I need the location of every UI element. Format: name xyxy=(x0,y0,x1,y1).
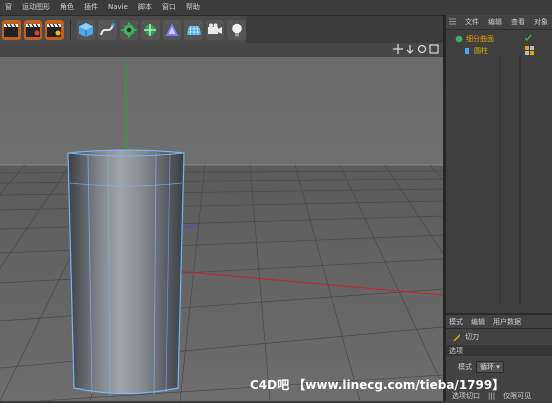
film-clapper-icon xyxy=(4,23,19,37)
viewport-header xyxy=(0,43,443,57)
right-panel: 文件 编辑 查看 对象 标 细分曲面 圆柱 xyxy=(446,15,552,403)
footer-divider: ||| xyxy=(488,392,496,400)
deformer-icon xyxy=(165,23,179,36)
maximize-view-icon[interactable] xyxy=(429,44,439,54)
menu-item-window[interactable]: 窗口 xyxy=(157,0,181,15)
spline-pen-button[interactable] xyxy=(98,19,117,40)
floor-button[interactable] xyxy=(184,19,203,40)
cylinder-object[interactable] xyxy=(67,149,185,397)
floor-grid-icon xyxy=(186,25,201,35)
gear-nurbs-icon xyxy=(121,22,137,37)
render-view-button[interactable] xyxy=(2,19,21,40)
main-toolbar xyxy=(0,16,246,43)
object-label-subdivision: 细分曲面 xyxy=(466,35,494,43)
knife-tool-icon xyxy=(453,333,460,341)
object-manager-menubar: 文件 编辑 查看 对象 标 xyxy=(446,15,552,30)
array-icon xyxy=(144,23,157,36)
menu-view[interactable]: 查看 xyxy=(511,17,525,27)
camera-icon xyxy=(208,23,223,34)
toolbar-separator xyxy=(69,19,71,40)
visibility-check-icon[interactable] xyxy=(524,34,532,44)
film-clapper-icon xyxy=(25,23,40,37)
object-row-subdivision[interactable]: 细分曲面 xyxy=(446,33,552,45)
tool-title-row: 切刀 xyxy=(446,329,552,345)
nurbs-button[interactable] xyxy=(119,19,139,40)
visible-only-label[interactable]: 仅限可见 xyxy=(503,391,531,401)
menu-objects[interactable]: 对象 xyxy=(534,17,548,27)
camera-button[interactable] xyxy=(205,19,225,40)
menu-bar: 窗 运动图形 角色 插件 Navie 脚本 窗口 帮助 xyxy=(0,0,552,16)
mode-row: 模式 循环 ▾ xyxy=(446,359,552,375)
attribute-menubar: 模式 编辑 用户数据 xyxy=(446,315,552,329)
menu-item-script[interactable]: 脚本 xyxy=(133,0,157,15)
perspective-viewport[interactable] xyxy=(0,43,443,401)
cylinder-object-icon xyxy=(465,48,469,54)
attr-menu-user-data[interactable]: 用户数据 xyxy=(493,317,521,327)
attr-menu-edit[interactable]: 编辑 xyxy=(471,317,485,327)
menu-item-mograph[interactable]: 运动图形 xyxy=(17,0,55,15)
spline-pen-icon xyxy=(100,22,115,35)
mode-dropdown-value: 循环 xyxy=(480,363,494,371)
menu-file[interactable]: 文件 xyxy=(465,17,479,27)
options-section-label: 选项 xyxy=(449,346,463,355)
deformer-button[interactable] xyxy=(162,19,182,40)
menu-item-navie[interactable]: Navie xyxy=(103,0,133,15)
grid-handle-icon[interactable] xyxy=(449,18,456,27)
mode-dropdown[interactable]: 循环 ▾ xyxy=(476,361,504,373)
chevron-down-icon: ▾ xyxy=(496,363,500,371)
cube-icon xyxy=(78,22,93,37)
light-button[interactable] xyxy=(227,19,246,40)
viewport-nav-icons xyxy=(393,44,439,54)
zoom-view-icon[interactable] xyxy=(405,44,415,54)
toolbar-empty-area xyxy=(246,16,444,43)
cube-object-button[interactable] xyxy=(76,19,96,40)
menu-item-character[interactable]: 角色 xyxy=(55,0,79,15)
menu-item-window-partial[interactable]: 窗 xyxy=(0,0,17,15)
light-bulb-icon xyxy=(231,23,242,36)
attr-menu-mode[interactable]: 模式 xyxy=(449,317,463,327)
watermark-text: C4D吧 【www.linecg.com/tieba/1799】 xyxy=(250,378,505,392)
object-list-columns xyxy=(499,55,521,305)
rotate-view-icon[interactable] xyxy=(417,44,427,54)
menu-edit[interactable]: 编辑 xyxy=(488,17,502,27)
menu-item-plugins[interactable]: 插件 xyxy=(79,0,103,15)
array-button[interactable] xyxy=(141,19,160,40)
tool-name: 切刀 xyxy=(465,333,479,341)
render-picture-viewer-button[interactable] xyxy=(23,19,43,40)
options-section-header[interactable]: 选项 xyxy=(446,345,552,356)
viewport-floor xyxy=(0,165,443,401)
menu-item-help[interactable]: 帮助 xyxy=(181,0,205,15)
film-clapper-icon xyxy=(47,23,62,37)
subdivision-surface-icon xyxy=(455,35,463,43)
move-view-icon[interactable] xyxy=(393,44,403,54)
render-settings-button[interactable] xyxy=(45,19,64,40)
viewport-scene[interactable] xyxy=(0,43,443,401)
mode-label: 模式 xyxy=(458,363,472,371)
